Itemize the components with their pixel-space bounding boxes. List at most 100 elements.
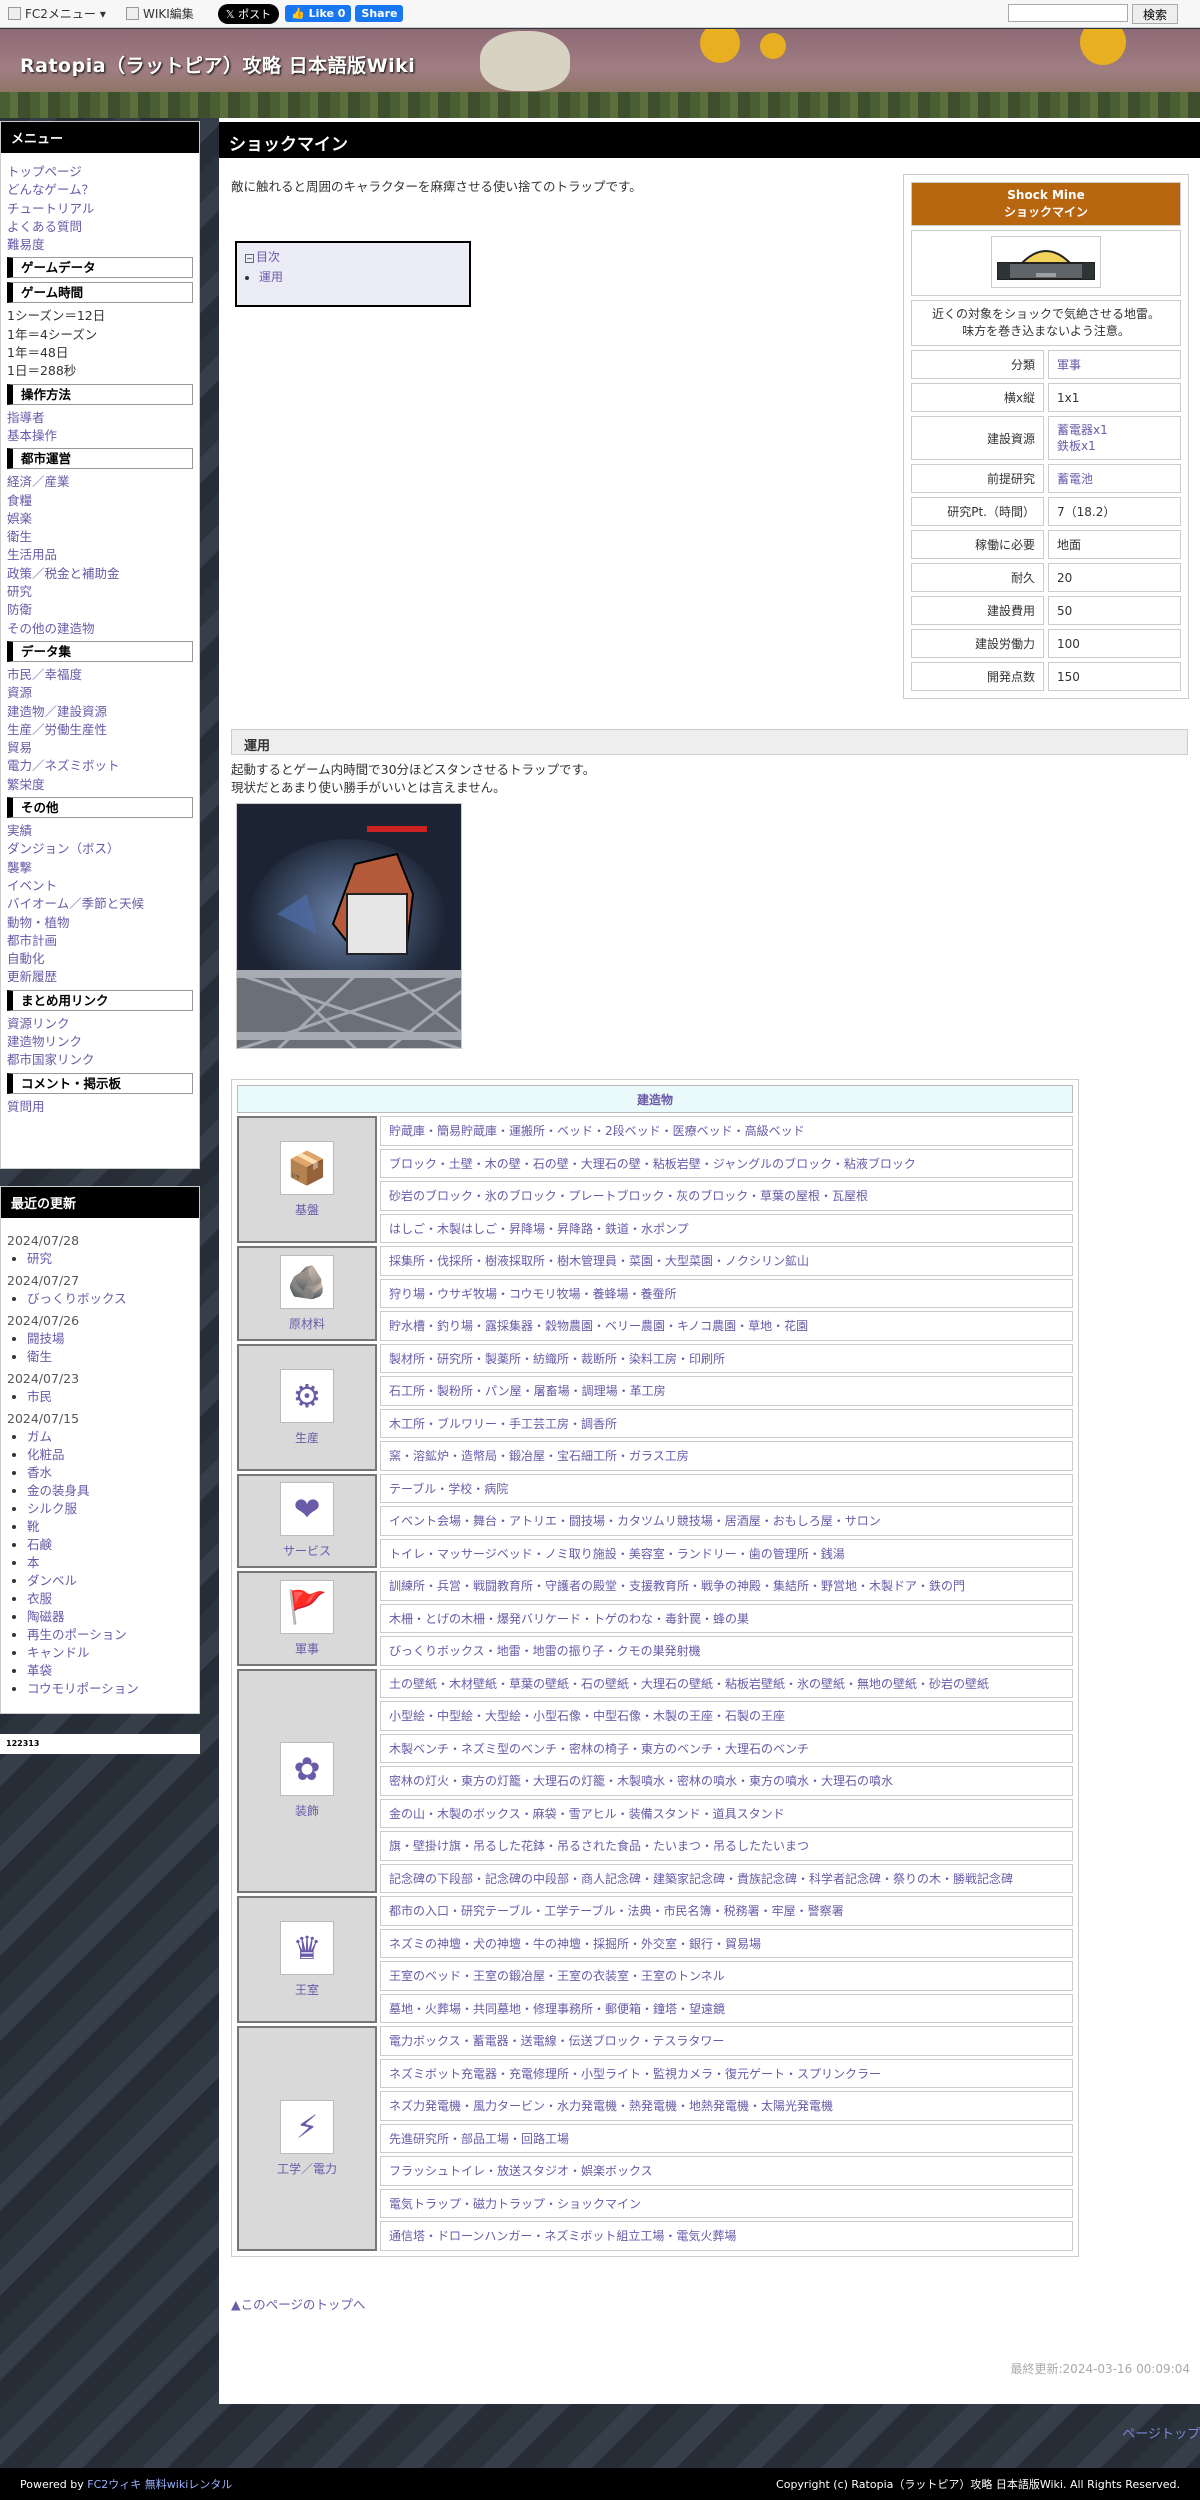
sidebar-link[interactable]: 実績 xyxy=(7,822,193,840)
nav-buildings-links[interactable]: 都市の入口・研究テーブル・工学テーブル・法典・市民名簿・税務署・牢屋・警察署 xyxy=(380,1896,1073,1926)
update-link[interactable]: 衛生 xyxy=(27,1349,52,1364)
sidebar-link[interactable]: 指導者 xyxy=(7,409,193,427)
sidebar-link[interactable]: 建造物リンク xyxy=(7,1033,193,1051)
nav-buildings-links[interactable]: 貯水槽・釣り場・露採集器・穀物農園・ベリー農園・キノコ農園・草地・花園 xyxy=(380,1311,1073,1341)
fc2-wiki-link[interactable]: FC2ウィキ 無料wikiレンタル xyxy=(87,2478,232,2491)
nav-buildings-links[interactable]: 電力ボックス・蓄電器・送電線・伝送ブロック・テスラタワー xyxy=(380,2026,1073,2056)
nav-buildings-links[interactable]: 先進研究所・部品工場・回路工場 xyxy=(380,2123,1073,2153)
flag-icon[interactable]: 🚩 xyxy=(280,1579,334,1634)
fc2-menu[interactable]: FC2メニュー ▾ xyxy=(8,5,106,22)
sidebar-link[interactable]: 都市国家リンク xyxy=(7,1051,193,1069)
nav-category-link[interactable]: 生産 xyxy=(295,1429,319,1446)
update-link[interactable]: 香水 xyxy=(27,1465,52,1480)
nav-buildings-links[interactable]: 金の山・木製のボックス・麻袋・雪アヒル・装備スタンド・道具スタンド xyxy=(380,1798,1073,1828)
sidebar-link[interactable]: どんなゲーム？ xyxy=(7,181,193,199)
nav-buildings-links[interactable]: トイレ・マッサージベッド・ノミ取り施設・美容室・ランドリー・歯の管理所・銭湯 xyxy=(380,1538,1073,1568)
infobox-category-link[interactable]: 軍事 xyxy=(1057,358,1081,372)
update-link[interactable]: 研究 xyxy=(27,1251,52,1266)
nav-buildings-links[interactable]: 墓地・火葬場・共同墓地・修理事務所・郵便箱・鐘塔・望遠鏡 xyxy=(380,1993,1073,2023)
sidebar-link[interactable]: イベント xyxy=(7,877,193,895)
x-post-button[interactable]: 𝕏 ポスト xyxy=(217,3,280,24)
sidebar-link[interactable]: 生活用品 xyxy=(7,546,193,564)
nav-buildings-links[interactable]: 王室のベッド・王室の鍛冶屋・王室の衣装室・王室のトンネル xyxy=(380,1961,1073,1991)
nav-buildings-links[interactable]: はしご・木製はしご・昇降場・昇降路・鉄道・水ポンプ xyxy=(380,1213,1073,1243)
sidebar-link[interactable]: 市民／幸福度 xyxy=(7,666,193,684)
update-link[interactable]: びっくりボックス xyxy=(27,1291,127,1306)
sidebar-link[interactable]: 更新履歴 xyxy=(7,968,193,986)
infobox-research-link[interactable]: 蓄電池 xyxy=(1057,472,1093,486)
nav-buildings-links[interactable]: 電気トラップ・磁力トラップ・ショックマイン xyxy=(380,2188,1073,2218)
nav-category-link[interactable]: 王室 xyxy=(295,1981,319,1998)
site-title[interactable]: Ratopia（ラットピア）攻略 日本語版Wiki xyxy=(20,51,415,78)
lightning-icon[interactable]: ⚡ xyxy=(280,2099,334,2154)
search-input[interactable] xyxy=(1007,4,1128,22)
nav-buildings-links[interactable]: 木製ベンチ・ネズミ型のベンチ・密林の椅子・東方のベンチ・大理石のベンチ xyxy=(380,1733,1073,1763)
nav-buildings-links[interactable]: フラッシュトイレ・放送スタジオ・娯楽ボックス xyxy=(380,2156,1073,2186)
nav-buildings-links[interactable]: ブロック・土壁・木の壁・石の壁・大理石の壁・粘板岩壁・ジャングルのブロック・粘液… xyxy=(380,1148,1073,1178)
nav-category-link[interactable]: 軍事 xyxy=(295,1640,319,1657)
nav-buildings-links[interactable]: ネズ力発電機・風力タービン・水力発電機・熱発電機・地熱発電機・太陽光発電機 xyxy=(380,2091,1073,2121)
nav-buildings-links[interactable]: 記念碑の下段部・記念碑の中段部・商人記念碑・建築家記念碑・貴族記念碑・科学者記念… xyxy=(380,1863,1073,1893)
nav-buildings-links[interactable]: 窯・溶鉱炉・造幣局・鍛冶屋・宝石細工所・ガラス工房 xyxy=(380,1441,1073,1471)
update-link[interactable]: 市民 xyxy=(27,1389,52,1404)
back-to-top-link[interactable]: ▲このページのトップへ xyxy=(231,2294,365,2313)
sidebar-link[interactable]: 経済／産業 xyxy=(7,473,193,491)
sidebar-link[interactable]: その他の建造物 xyxy=(7,620,193,638)
nav-buildings-links[interactable]: 旗・壁掛け旗・吊るした花鉢・吊るされた食品・たいまつ・吊るしたたいまつ xyxy=(380,1831,1073,1861)
search-button[interactable]: 検索 xyxy=(1131,4,1178,24)
update-link[interactable]: 衣服 xyxy=(27,1591,52,1606)
fb-share-button[interactable]: Share xyxy=(355,5,404,22)
sidebar-link[interactable]: チュートリアル xyxy=(7,200,193,218)
update-link[interactable]: 革袋 xyxy=(27,1663,52,1678)
sidebar-link[interactable]: 質問用 xyxy=(7,1098,193,1116)
nav-buildings-links[interactable]: 狩り場・ウサギ牧場・コウモリ牧場・養蜂場・養蚕所 xyxy=(380,1278,1073,1308)
sidebar-link[interactable]: 基本操作 xyxy=(7,427,193,445)
flower-icon[interactable]: ✿ xyxy=(280,1742,334,1797)
crown-icon[interactable]: ♛ xyxy=(280,1921,334,1975)
sidebar-link[interactable]: 繁栄度 xyxy=(7,776,193,794)
nav-buildings-links[interactable]: びっくりボックス・地雷・地雷の振り子・クモの巣発射機 xyxy=(380,1636,1073,1666)
wiki-edit-link[interactable]: WIKI編集 xyxy=(125,5,194,22)
update-link[interactable]: ダンベル xyxy=(27,1573,77,1588)
update-link[interactable]: シルク服 xyxy=(27,1501,77,1516)
nav-buildings-links[interactable]: 通信塔・ドローンハンガー・ネズミボット組立工場・電気火葬場 xyxy=(380,2221,1073,2251)
heart-icon[interactable]: ❤ xyxy=(280,1482,334,1537)
update-link[interactable]: 本 xyxy=(27,1555,40,1570)
sidebar-link[interactable]: 食糧 xyxy=(7,492,193,510)
sidebar-link[interactable]: 研究 xyxy=(7,583,193,601)
toc-toggle-icon[interactable]: − xyxy=(245,254,254,263)
nav-buildings-links[interactable]: 貯蔵庫・簡易貯蔵庫・運搬所・ベッド・2段ベッド・医療ベッド・高級ベッド xyxy=(380,1116,1073,1146)
sidebar-link[interactable]: 防衛 xyxy=(7,601,193,619)
update-link[interactable]: キャンドル xyxy=(27,1645,90,1660)
infobox-resource-link[interactable]: 蓄電器x1 鉄板x1 xyxy=(1057,422,1172,454)
update-link[interactable]: ガム xyxy=(27,1429,52,1444)
page-top-link[interactable]: ページトップ xyxy=(1122,2423,1200,2442)
sidebar-link[interactable]: 自動化 xyxy=(7,950,193,968)
sidebar-link[interactable]: 娯楽 xyxy=(7,510,193,528)
update-link[interactable]: 化粧品 xyxy=(27,1447,65,1462)
sidebar-link[interactable]: 難易度 xyxy=(7,236,193,254)
nav-buildings-links[interactable]: 製材所・研究所・製薬所・紡織所・裁断所・染料工房・印刷所 xyxy=(380,1343,1073,1373)
update-link[interactable]: 金の装身具 xyxy=(27,1483,90,1498)
sidebar-link[interactable]: 襲撃 xyxy=(7,859,193,877)
sidebar-link[interactable]: 政策／税金と補助金 xyxy=(7,565,193,583)
nav-category-link[interactable]: 工学／電力 xyxy=(277,2160,337,2177)
nav-buildings-links[interactable]: 木工所・ブルワリー・手工芸工房・調香所 xyxy=(380,1408,1073,1438)
sidebar-link[interactable]: 都市計画 xyxy=(7,932,193,950)
nav-category-link[interactable]: 装飾 xyxy=(295,1802,319,1819)
gears-icon[interactable]: ⚙ xyxy=(280,1368,334,1423)
nav-buildings-links[interactable]: ネズミボット充電器・充電修理所・小型ライト・監視カメラ・復元ゲート・スプリンクラ… xyxy=(380,2058,1073,2088)
nav-category-link[interactable]: サービス xyxy=(283,1542,331,1559)
update-link[interactable]: 石鹸 xyxy=(27,1537,52,1552)
nav-buildings-links[interactable]: イベント会場・舞台・アトリエ・闘技場・カタツムリ競技場・居酒屋・おもしろ屋・サロ… xyxy=(380,1506,1073,1536)
nav-buildings-links[interactable]: 砂岩のブロック・氷のブロック・プレートブロック・灰のブロック・草葉の屋根・瓦屋根 xyxy=(380,1181,1073,1211)
update-link[interactable]: 陶磁器 xyxy=(27,1609,65,1624)
crate-icon[interactable]: 📦 xyxy=(280,1141,334,1195)
toc-title[interactable]: 目次 xyxy=(256,250,280,264)
nav-category-link[interactable]: 基盤 xyxy=(295,1201,319,1218)
sidebar-link[interactable]: 貿易 xyxy=(7,739,193,757)
ore-icon[interactable]: 🪨 xyxy=(280,1254,334,1309)
nav-buildings-links[interactable]: テーブル・学校・病院 xyxy=(380,1473,1073,1503)
nav-buildings-links[interactable]: 小型絵・中型絵・大型絵・小型石像・中型石像・木製の王座・石製の王座 xyxy=(380,1701,1073,1731)
nav-buildings-links[interactable]: ネズミの神壇・犬の神壇・牛の神壇・採掘所・外交室・銀行・貿易場 xyxy=(380,1928,1073,1958)
